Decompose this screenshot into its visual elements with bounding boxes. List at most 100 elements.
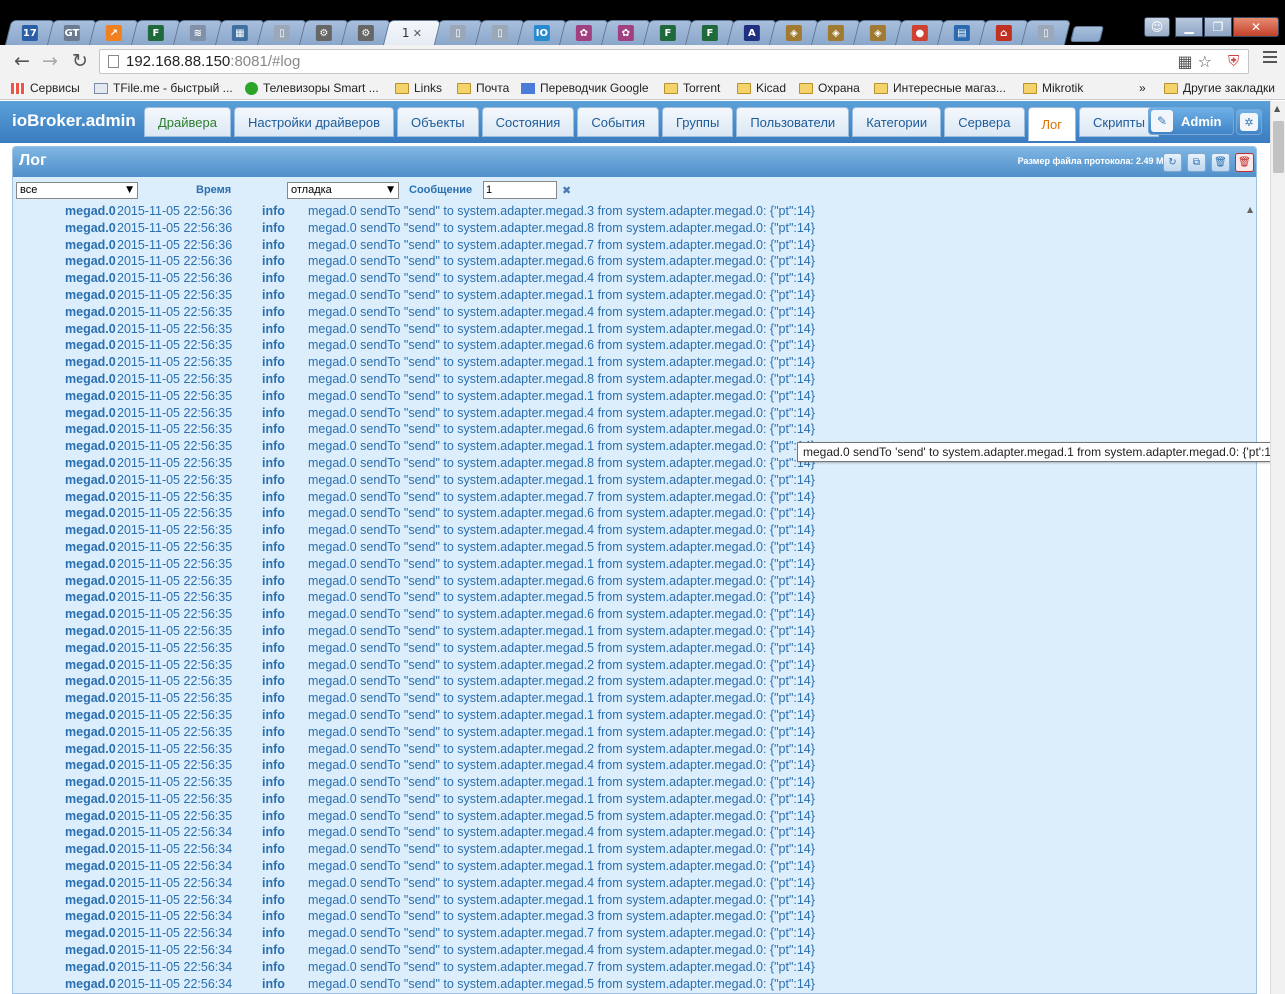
tab-7[interactable]: Пользователи xyxy=(736,107,850,137)
tfile-icon xyxy=(94,82,108,94)
browser-tab-active[interactable]: 1 ✕ xyxy=(382,20,442,45)
tab-6[interactable]: Группы xyxy=(662,107,734,137)
clear-filter-icon[interactable]: ✖ xyxy=(562,184,571,197)
bookmarks-more-button[interactable]: » xyxy=(1139,81,1146,95)
tab-3[interactable]: Объекты xyxy=(397,107,479,137)
log-source: megad.0 xyxy=(65,405,116,420)
page-scrollbar[interactable]: ▲ xyxy=(1270,101,1285,994)
bookmark-item[interactable]: Телевизоры Smart ... xyxy=(245,81,379,95)
source-filter-select[interactable]: все ▼ xyxy=(16,182,138,199)
bookmark-item[interactable]: Mikrotik xyxy=(1023,81,1083,95)
tab-4[interactable]: Состояния xyxy=(481,107,575,137)
tab-9[interactable]: Сервера xyxy=(944,107,1025,137)
log-row: megad.0 2015-11-05 22:56:35 info megad.0 se… xyxy=(13,791,1243,808)
log-source: megad.0 xyxy=(65,775,116,790)
star-icon[interactable]: ☆ xyxy=(1198,52,1212,71)
log-message: megad.0 sendTo "send" to system.adapter.… xyxy=(308,808,815,823)
log-severity: info xyxy=(262,976,285,991)
scrollbar-thumb[interactable] xyxy=(1273,121,1284,173)
log-time: 2015-11-05 22:56:35 xyxy=(117,741,233,756)
bookmark-label: Переводчик Google xyxy=(540,81,649,95)
bookmark-item[interactable]: Links xyxy=(395,81,442,95)
bookmark-item[interactable]: Почта xyxy=(457,81,509,95)
bookmark-item[interactable]: Переводчик Google xyxy=(521,81,649,95)
user-profile-icon[interactable]: ☺ xyxy=(1144,17,1170,37)
log-severity: info xyxy=(262,355,285,370)
extension-shield-icon[interactable]: ⛨ xyxy=(1228,52,1239,70)
copy-log-icon[interactable]: ⧉ xyxy=(1187,153,1206,172)
clear-list-icon[interactable]: 🗑 xyxy=(1211,153,1230,172)
forward-icon[interactable]: → xyxy=(42,50,58,72)
reload-icon[interactable]: ↻ xyxy=(72,50,88,72)
browser-tab[interactable]: ▯ xyxy=(1020,20,1072,45)
compass-icon: ◈ xyxy=(827,25,844,41)
bookmark-item[interactable]: TFile.me - быстрый ... xyxy=(94,81,233,95)
chevron-down-icon: ▼ xyxy=(126,185,133,195)
refresh-log-icon[interactable]: ↻ xyxy=(1163,153,1182,172)
close-window-button[interactable]: ✕ xyxy=(1233,17,1279,37)
bookmark-label: Интересные магаз... xyxy=(893,81,1006,95)
address-bar[interactable]: 192.168.88.150:8081/#log ▦ ☆ xyxy=(99,49,1249,74)
scroll-up-icon[interactable]: ▲ xyxy=(1247,205,1253,214)
log-row: megad.0 2015-11-05 22:56:36 info megad.0 se… xyxy=(13,270,1243,287)
log-source: megad.0 xyxy=(65,640,116,655)
page-icon: ▯ xyxy=(273,25,290,41)
tab-1[interactable]: Драйвера xyxy=(144,107,231,137)
log-severity: info xyxy=(262,220,285,235)
admin-user-button[interactable]: ✎ Admin xyxy=(1148,107,1234,135)
bookmark-label: Охрана xyxy=(818,81,860,95)
address-bar-icons: ▦ ☆ xyxy=(1177,52,1212,71)
tab-5[interactable]: События xyxy=(577,107,659,137)
bookmarks-bar: Сервисы TFile.me - быстрый ... Телевизоры … xyxy=(0,78,1285,100)
log-time: 2015-11-05 22:56:35 xyxy=(117,523,233,538)
active-tab-title: 1 xyxy=(401,26,410,40)
other-bookmarks[interactable]: Другие закладки xyxy=(1164,81,1275,95)
message-filter-input[interactable] xyxy=(483,181,557,199)
bookmark-item[interactable]: Kicad xyxy=(737,81,786,95)
log-message: megad.0 sendTo "send" to system.adapter.… xyxy=(308,556,815,571)
tab-11[interactable]: Скрипты xyxy=(1079,107,1159,137)
log-time: 2015-11-05 22:56:35 xyxy=(117,674,233,689)
log-message: megad.0 sendTo "send" to system.adapter.… xyxy=(308,220,815,235)
log-severity: info xyxy=(262,287,285,302)
bookmark-item[interactable]: Torrent xyxy=(664,81,720,95)
scroll-up-icon[interactable]: ▲ xyxy=(1274,104,1280,113)
log-source: megad.0 xyxy=(65,472,116,487)
tab-8[interactable]: Категории xyxy=(852,107,942,137)
log-time: 2015-11-05 22:56:36 xyxy=(117,204,233,218)
time-column-header: Время xyxy=(196,184,232,196)
log-message: megad.0 sendTo "send" to system.adapter.… xyxy=(308,422,815,437)
folder-icon xyxy=(799,82,813,94)
new-tab-button[interactable] xyxy=(1070,26,1104,42)
level-filter-select[interactable]: отладка ▼ xyxy=(287,182,399,199)
compass-icon: ◈ xyxy=(785,25,802,41)
log-source: megad.0 xyxy=(65,506,116,521)
tab-2[interactable]: Настройки драйверов xyxy=(233,107,395,137)
delete-log-file-icon[interactable]: 🗑 xyxy=(1235,153,1254,172)
log-message: megad.0 sendTo "send" to system.adapter.… xyxy=(308,439,815,454)
tab-10[interactable]: Лог xyxy=(1027,107,1077,141)
log-severity: info xyxy=(262,405,285,420)
log-message: megad.0 sendTo "send" to system.adapter.… xyxy=(308,875,815,890)
log-row: megad.0 2015-11-05 22:56:34 info megad.0 se… xyxy=(13,841,1243,858)
bookmark-item[interactable]: Интересные магаз... xyxy=(874,81,1006,95)
log-message: megad.0 sendTo "send" to system.adapter.… xyxy=(308,405,815,420)
log-source: megad.0 xyxy=(65,623,116,638)
bookmark-item[interactable]: Сервисы xyxy=(11,81,80,95)
log-scrollbar[interactable]: ▲ xyxy=(1245,203,1256,993)
settings-button[interactable]: ✲ xyxy=(1236,109,1262,135)
url-path: :8081/#log xyxy=(230,53,301,70)
log-source: megad.0 xyxy=(65,573,116,588)
minimize-button[interactable]: ▁ xyxy=(1175,17,1203,37)
maximize-button[interactable]: ❐ xyxy=(1204,17,1232,37)
close-tab-icon[interactable]: ✕ xyxy=(413,27,422,40)
bookmark-label: TFile.me - быстрый ... xyxy=(113,81,233,95)
translate-icon[interactable]: ▦ xyxy=(1177,52,1192,71)
bookmark-item[interactable]: Охрана xyxy=(799,81,860,95)
chrome-menu-icon[interactable] xyxy=(1263,51,1277,66)
log-row: megad.0 2015-11-05 22:56:34 info megad.0 se… xyxy=(13,824,1243,841)
log-message: megad.0 sendTo "send" to system.adapter.… xyxy=(308,573,815,588)
log-source: megad.0 xyxy=(65,489,116,504)
flower-icon: ✿ xyxy=(617,25,634,41)
back-icon[interactable]: ← xyxy=(14,50,30,72)
